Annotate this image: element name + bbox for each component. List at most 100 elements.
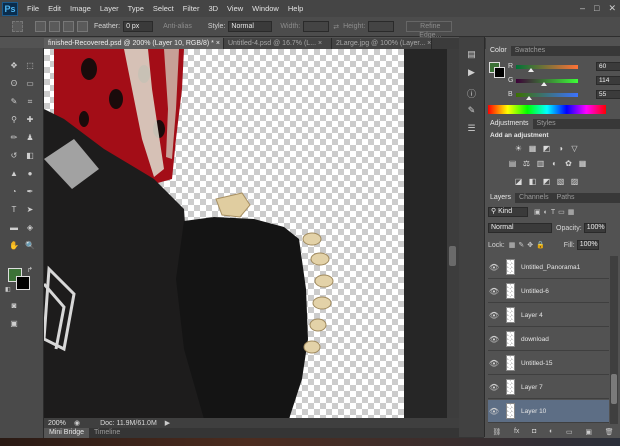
blue-slider-marker[interactable] bbox=[526, 95, 533, 100]
eye-icon[interactable]: 👁 bbox=[488, 407, 500, 416]
default-colors-icon[interactable]: ◧ bbox=[5, 286, 11, 293]
tab-layers[interactable]: Layers bbox=[486, 193, 516, 203]
history-brush-tool-icon[interactable]: ↺ bbox=[8, 150, 20, 161]
green-value-input[interactable]: 114 bbox=[596, 76, 620, 85]
healing-brush-tool-icon[interactable]: ✚ bbox=[24, 114, 36, 125]
photo-filter-icon[interactable]: ◐ bbox=[550, 159, 559, 168]
layer-row[interactable]: 👁 Untitled-15 bbox=[488, 352, 609, 375]
trash-icon[interactable]: 🗑 bbox=[605, 428, 614, 436]
blend-mode-select[interactable]: Normal bbox=[488, 223, 552, 233]
status-options-icon[interactable]: ◉ bbox=[74, 419, 80, 427]
tab-untitled-4[interactable]: Untitled-4.psd @ 16.7% (L... × bbox=[224, 38, 332, 49]
minimize-button[interactable]: – bbox=[580, 3, 585, 14]
zoom-tool-icon[interactable]: 🔍 bbox=[24, 240, 36, 251]
tab-mini-bridge[interactable]: Mini Bridge bbox=[44, 428, 90, 438]
new-group-icon[interactable]: ▭ bbox=[566, 428, 573, 436]
selective-color-icon[interactable]: ▨ bbox=[570, 177, 579, 186]
blue-value-input[interactable]: 55 bbox=[596, 90, 620, 99]
layer-row[interactable]: 👁 Untitled_Panorama1 bbox=[488, 256, 609, 279]
artboard-tool-icon[interactable]: ⬚ bbox=[24, 60, 36, 71]
menu-select[interactable]: Select bbox=[153, 4, 174, 13]
new-layer-icon[interactable]: ▣ bbox=[585, 428, 592, 436]
color-lookup-icon[interactable]: ▦ bbox=[578, 159, 587, 168]
gradient-tool-icon[interactable]: ▲ bbox=[8, 168, 20, 179]
layer-row[interactable]: 👁 Layer 7 bbox=[488, 376, 609, 399]
style-select[interactable]: Normal bbox=[228, 21, 273, 32]
scrollbar-thumb[interactable] bbox=[449, 246, 456, 266]
swap-colors-icon[interactable]: ↱ bbox=[27, 266, 33, 274]
eye-icon[interactable]: 👁 bbox=[488, 311, 500, 320]
refine-edge-button[interactable]: Refine Edge... bbox=[406, 21, 453, 39]
fill-input[interactable]: 100% bbox=[576, 240, 599, 250]
hue-saturation-icon[interactable]: ▤ bbox=[508, 159, 517, 168]
crop-tool-icon[interactable]: ⌗ bbox=[24, 96, 36, 107]
blur-tool-icon[interactable]: ● bbox=[24, 168, 36, 179]
subtract-selection-icon[interactable] bbox=[63, 21, 74, 32]
quick-mask-icon[interactable]: ◙ bbox=[8, 300, 20, 311]
menu-file[interactable]: File bbox=[27, 4, 39, 13]
height-input[interactable] bbox=[368, 21, 395, 32]
brush-panel-icon[interactable]: ✎ bbox=[465, 105, 478, 116]
eye-icon[interactable]: 👁 bbox=[488, 359, 500, 368]
menu-filter[interactable]: Filter bbox=[183, 4, 200, 13]
tab-channels[interactable]: Channels bbox=[515, 193, 553, 203]
tab-swatches[interactable]: Swatches bbox=[511, 46, 549, 56]
rectangle-tool-icon[interactable]: ▬ bbox=[8, 222, 20, 233]
type-tool-icon[interactable]: T bbox=[8, 204, 20, 215]
pen-tool-icon[interactable]: ✒ bbox=[24, 186, 36, 197]
tab-close-icon[interactable]: × bbox=[318, 40, 322, 47]
zoom-level[interactable]: 200% bbox=[44, 420, 74, 427]
menu-type[interactable]: Type bbox=[128, 4, 144, 13]
black-white-icon[interactable]: ▥ bbox=[536, 159, 545, 168]
channel-mixer-icon[interactable]: ✿ bbox=[564, 159, 573, 168]
layer-row-selected[interactable]: 👁 Layer 10 bbox=[488, 400, 609, 423]
layers-scrollbar-thumb[interactable] bbox=[611, 374, 617, 404]
3d-tool-icon[interactable]: ◈ bbox=[24, 222, 36, 233]
color-spectrum-bar[interactable] bbox=[488, 105, 606, 114]
quick-select-tool-icon[interactable]: ✎ bbox=[8, 96, 20, 107]
eyedropper-tool-icon[interactable]: ⚲ bbox=[8, 114, 20, 125]
eye-icon[interactable]: 👁 bbox=[488, 335, 500, 344]
properties-panel-icon[interactable]: ☰ bbox=[465, 123, 478, 134]
menu-view[interactable]: View bbox=[227, 4, 243, 13]
threshold-icon[interactable]: ◩ bbox=[542, 177, 551, 186]
screen-mode-icon[interactable]: ▣ bbox=[8, 318, 20, 329]
red-slider-marker[interactable] bbox=[527, 67, 534, 72]
canvas-area[interactable] bbox=[44, 49, 447, 419]
tab-paths[interactable]: Paths bbox=[553, 193, 579, 203]
intersect-selection-icon[interactable] bbox=[77, 21, 88, 32]
menu-3d[interactable]: 3D bbox=[208, 4, 218, 13]
brightness-contrast-icon[interactable]: ☀ bbox=[514, 144, 523, 153]
eye-icon[interactable]: 👁 bbox=[488, 263, 500, 272]
layer-style-icon[interactable]: fx bbox=[514, 428, 519, 435]
color-balance-icon[interactable]: ⚖ bbox=[522, 159, 531, 168]
dodge-tool-icon[interactable]: ◔ bbox=[8, 186, 20, 197]
move-tool-icon[interactable]: ✥ bbox=[8, 60, 20, 71]
tab-finished-recovered[interactable]: finished-Recovered.psd @ 200% (Layer 10,… bbox=[44, 38, 224, 49]
menu-image[interactable]: Image bbox=[70, 4, 91, 13]
background-color-swatch[interactable] bbox=[16, 276, 30, 290]
maximize-button[interactable]: □ bbox=[594, 3, 599, 14]
green-slider-marker[interactable] bbox=[540, 81, 547, 86]
clone-stamp-tool-icon[interactable]: ♟ bbox=[24, 132, 36, 143]
background-color-preview[interactable] bbox=[494, 67, 505, 78]
lasso-tool-icon[interactable]: ʘ bbox=[8, 78, 20, 89]
filter-type-icons[interactable]: ▣◐T▭▦ bbox=[534, 208, 577, 216]
tab-styles[interactable]: Styles bbox=[533, 119, 560, 129]
layer-kind-filter[interactable]: ⚲ Kind bbox=[488, 207, 528, 217]
eye-icon[interactable]: 👁 bbox=[488, 383, 500, 392]
history-panel-icon[interactable]: ▤ bbox=[465, 49, 478, 60]
green-channel-slider[interactable] bbox=[516, 78, 578, 86]
actions-panel-icon[interactable]: ▶ bbox=[465, 67, 478, 78]
info-panel-icon[interactable]: ⓘ bbox=[465, 87, 478, 99]
anti-alias-checkbox[interactable]: Anti-alias bbox=[163, 23, 192, 30]
tab-2large[interactable]: 2Large.jpg @ 100% (Layer... × bbox=[332, 38, 432, 49]
canvas-vertical-scrollbar[interactable] bbox=[447, 49, 459, 419]
layer-row[interactable]: 👁 Layer 4 bbox=[488, 304, 609, 327]
new-selection-icon[interactable] bbox=[35, 21, 46, 32]
tab-close-icon[interactable]: × bbox=[216, 40, 220, 47]
link-layers-icon[interactable]: ⛓ bbox=[492, 428, 501, 436]
posterize-icon[interactable]: ◧ bbox=[528, 177, 537, 186]
blue-channel-slider[interactable] bbox=[516, 92, 578, 100]
eye-icon[interactable]: 👁 bbox=[488, 287, 500, 296]
